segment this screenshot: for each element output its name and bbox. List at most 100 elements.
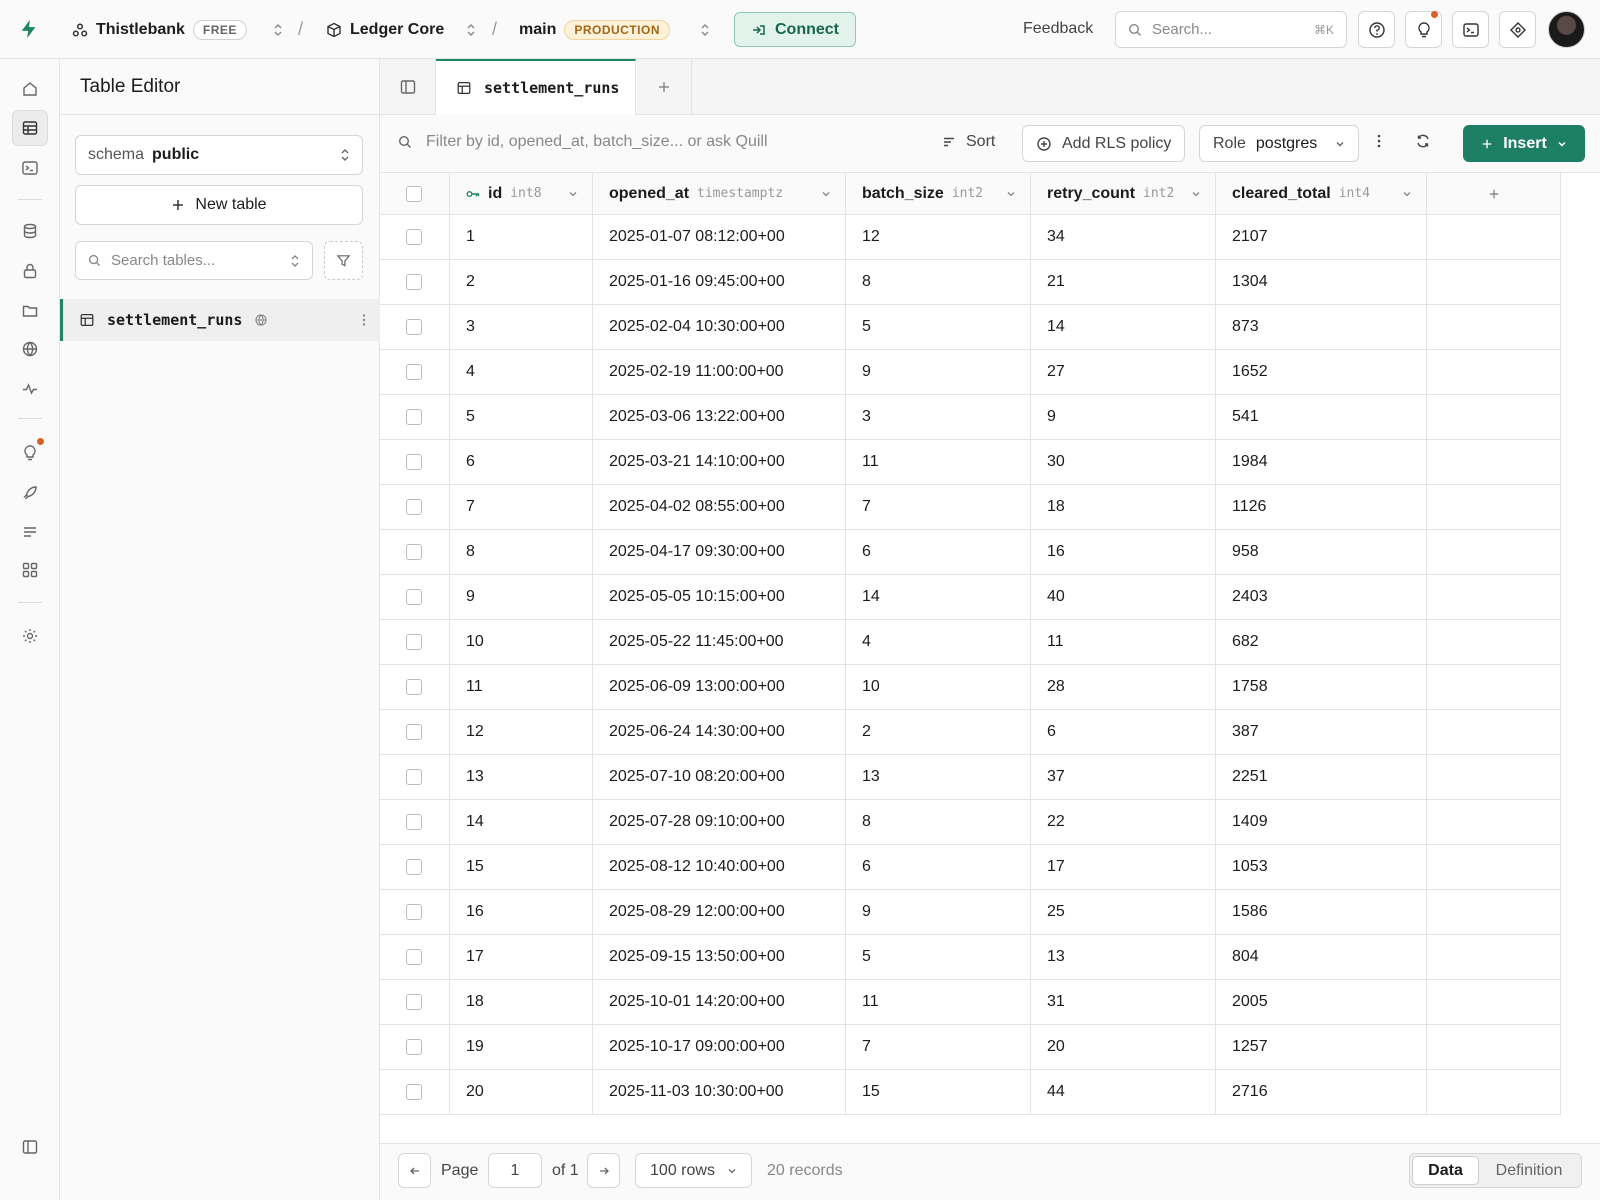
org-chevron-updown-icon[interactable]: [273, 23, 283, 37]
connect-button[interactable]: Connect: [734, 12, 856, 47]
cell-cleared-total[interactable]: 682: [1216, 620, 1427, 665]
avatar[interactable]: [1548, 11, 1585, 48]
cell-cleared-total[interactable]: 1304: [1216, 260, 1427, 305]
cell-retry-count[interactable]: 31: [1031, 980, 1216, 1025]
cell-opened-at[interactable]: 2025-11-03 10:30:00+00: [593, 1070, 846, 1115]
org-switcher[interactable]: Thistlebank FREE: [72, 0, 283, 59]
prev-page-button[interactable]: [398, 1153, 431, 1188]
cell-opened-at[interactable]: 2025-06-24 14:30:00+00: [593, 710, 846, 755]
cell-opened-at[interactable]: 2025-07-28 09:10:00+00: [593, 800, 846, 845]
cell-cleared-total[interactable]: 387: [1216, 710, 1427, 755]
select-all-cell[interactable]: [380, 173, 450, 215]
table-row[interactable]: 18 2025-10-01 14:20:00+00 11 31 2005: [380, 980, 1600, 1025]
cell-opened-at[interactable]: 2025-08-12 10:40:00+00: [593, 845, 846, 890]
cell-id[interactable]: 5: [450, 395, 593, 440]
nav-integrations[interactable]: [12, 552, 48, 588]
cell-batch-size[interactable]: 9: [846, 350, 1031, 395]
row-checkbox[interactable]: [406, 499, 422, 515]
row-checkbox[interactable]: [406, 814, 422, 830]
table-row[interactable]: 13 2025-07-10 08:20:00+00 13 37 2251: [380, 755, 1600, 800]
assistant-button[interactable]: [1499, 11, 1536, 48]
cell-batch-size[interactable]: 5: [846, 305, 1031, 350]
cell-id[interactable]: 3: [450, 305, 593, 350]
row-select-cell[interactable]: [380, 845, 450, 890]
cell-id[interactable]: 15: [450, 845, 593, 890]
table-row[interactable]: 6 2025-03-21 14:10:00+00 11 30 1984: [380, 440, 1600, 485]
cell-opened-at[interactable]: 2025-05-05 10:15:00+00: [593, 575, 846, 620]
table-filter-button[interactable]: [324, 241, 363, 280]
cell-id[interactable]: 9: [450, 575, 593, 620]
cell-opened-at[interactable]: 2025-08-29 12:00:00+00: [593, 890, 846, 935]
row-checkbox[interactable]: [406, 409, 422, 425]
view-definition-tab[interactable]: Definition: [1479, 1156, 1579, 1185]
cell-retry-count[interactable]: 6: [1031, 710, 1216, 755]
cell-opened-at[interactable]: 2025-06-09 13:00:00+00: [593, 665, 846, 710]
row-checkbox[interactable]: [406, 994, 422, 1010]
cell-opened-at[interactable]: 2025-10-17 09:00:00+00: [593, 1025, 846, 1070]
filter-input[interactable]: Filter by id, opened_at, batch_size... o…: [398, 133, 768, 151]
cell-opened-at[interactable]: 2025-05-22 11:45:00+00: [593, 620, 846, 665]
row-checkbox[interactable]: [406, 454, 422, 470]
refresh-icon[interactable]: [1415, 133, 1431, 149]
row-checkbox[interactable]: [406, 679, 422, 695]
select-all-checkbox[interactable]: [406, 185, 422, 202]
cell-batch-size[interactable]: 12: [846, 215, 1031, 260]
row-select-cell[interactable]: [380, 530, 450, 575]
cell-id[interactable]: 20: [450, 1070, 593, 1115]
cell-batch-size[interactable]: 4: [846, 620, 1031, 665]
row-checkbox[interactable]: [406, 274, 422, 290]
rows-per-page-select[interactable]: 100 rows: [635, 1153, 752, 1188]
table-row[interactable]: 9 2025-05-05 10:15:00+00 14 40 2403: [380, 575, 1600, 620]
cell-id[interactable]: 18: [450, 980, 593, 1025]
nav-table-editor[interactable]: [12, 110, 48, 146]
nav-edge-functions[interactable]: [12, 331, 48, 367]
cell-cleared-total[interactable]: 1409: [1216, 800, 1427, 845]
row-select-cell[interactable]: [380, 980, 450, 1025]
table-row[interactable]: 11 2025-06-09 13:00:00+00 10 28 1758: [380, 665, 1600, 710]
view-data-tab[interactable]: Data: [1412, 1156, 1479, 1185]
cell-cleared-total[interactable]: 1126: [1216, 485, 1427, 530]
row-select-cell[interactable]: [380, 665, 450, 710]
feedback-link[interactable]: Feedback: [1023, 20, 1093, 38]
table-row[interactable]: 10 2025-05-22 11:45:00+00 4 11 682: [380, 620, 1600, 665]
next-page-button[interactable]: [587, 1153, 620, 1188]
cell-retry-count[interactable]: 20: [1031, 1025, 1216, 1070]
row-select-cell[interactable]: [380, 755, 450, 800]
branch-switcher[interactable]: main PRODUCTION: [519, 0, 710, 59]
row-checkbox[interactable]: [406, 859, 422, 875]
cell-id[interactable]: 13: [450, 755, 593, 800]
cell-batch-size[interactable]: 15: [846, 1070, 1031, 1115]
table-row[interactable]: 19 2025-10-17 09:00:00+00 7 20 1257: [380, 1025, 1600, 1070]
row-checkbox[interactable]: [406, 589, 422, 605]
cell-batch-size[interactable]: 3: [846, 395, 1031, 440]
cell-cleared-total[interactable]: 1053: [1216, 845, 1427, 890]
cell-cleared-total[interactable]: 804: [1216, 935, 1427, 980]
cell-id[interactable]: 17: [450, 935, 593, 980]
cell-cleared-total[interactable]: 1758: [1216, 665, 1427, 710]
role-select[interactable]: Role postgres: [1199, 125, 1359, 162]
cell-batch-size[interactable]: 2: [846, 710, 1031, 755]
row-select-cell[interactable]: [380, 395, 450, 440]
tab-settlement-runs[interactable]: settlement_runs: [436, 59, 636, 115]
cell-cleared-total[interactable]: 2716: [1216, 1070, 1427, 1115]
nav-database[interactable]: [12, 213, 48, 249]
row-checkbox[interactable]: [406, 1039, 422, 1055]
cell-cleared-total[interactable]: 2403: [1216, 575, 1427, 620]
cell-cleared-total[interactable]: 2005: [1216, 980, 1427, 1025]
row-checkbox[interactable]: [406, 364, 422, 380]
nav-sql-editor[interactable]: [12, 150, 48, 186]
add-column-button[interactable]: [1427, 173, 1561, 215]
cell-batch-size[interactable]: 7: [846, 485, 1031, 530]
cell-batch-size[interactable]: 11: [846, 980, 1031, 1025]
cell-id[interactable]: 12: [450, 710, 593, 755]
table-row[interactable]: 2 2025-01-16 09:45:00+00 8 21 1304: [380, 260, 1600, 305]
cell-id[interactable]: 10: [450, 620, 593, 665]
branch-chevron-updown-icon[interactable]: [700, 23, 710, 37]
chevron-down-icon[interactable]: [568, 189, 578, 199]
cell-cleared-total[interactable]: 1586: [1216, 890, 1427, 935]
row-checkbox[interactable]: [406, 634, 422, 650]
cell-retry-count[interactable]: 9: [1031, 395, 1216, 440]
cell-opened-at[interactable]: 2025-04-02 08:55:00+00: [593, 485, 846, 530]
cell-id[interactable]: 14: [450, 800, 593, 845]
cell-batch-size[interactable]: 5: [846, 935, 1031, 980]
